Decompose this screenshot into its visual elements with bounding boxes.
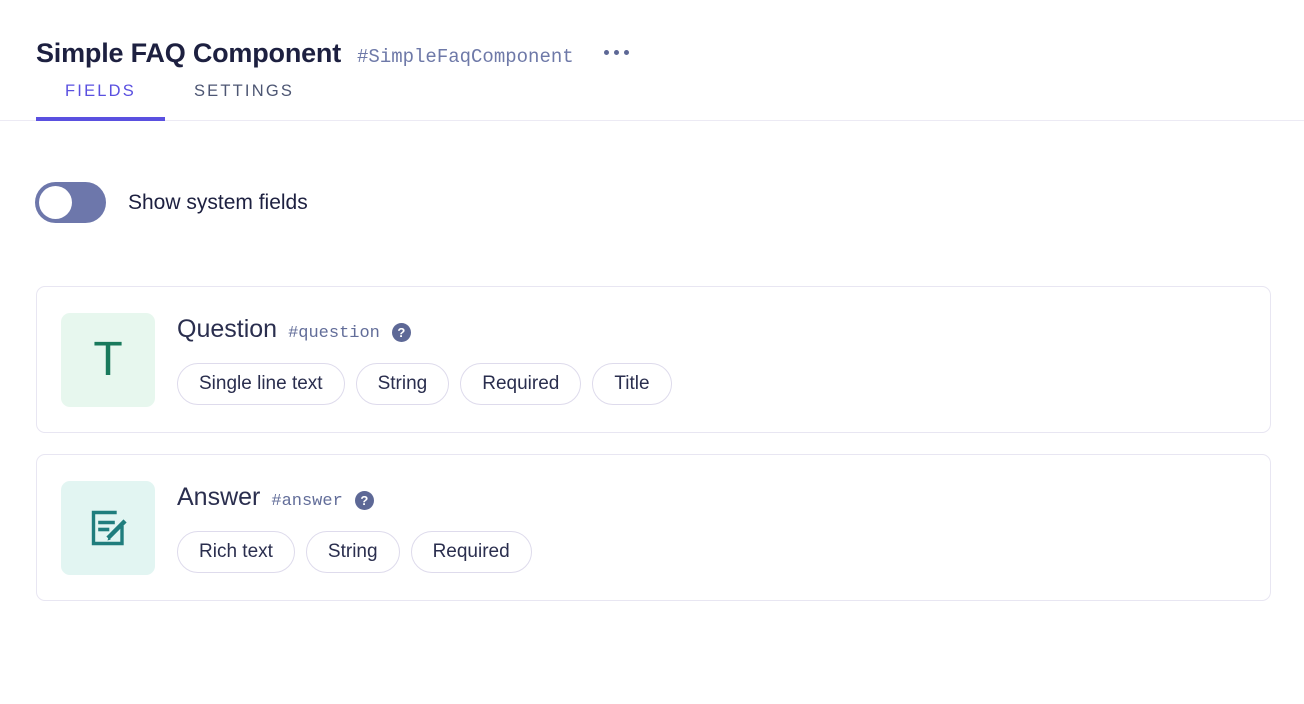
rich-text-edit-icon xyxy=(61,480,155,575)
kebab-dot xyxy=(623,50,629,55)
field-name: Answer xyxy=(177,483,261,511)
show-system-fields-row: Show system fields xyxy=(0,182,1304,223)
tab-settings[interactable]: SETTINGS xyxy=(165,76,323,121)
component-id-label: #SimpleFaqComponent xyxy=(357,46,574,68)
field-name: Question xyxy=(177,315,278,343)
field-tag: Rich text xyxy=(177,531,295,573)
field-tag: Required xyxy=(460,363,582,405)
show-system-fields-toggle[interactable] xyxy=(35,182,106,223)
help-icon[interactable]: ? xyxy=(354,491,374,510)
field-body: Answer #answer ? Rich text String Requir… xyxy=(177,482,532,573)
kebab-menu-icon[interactable] xyxy=(603,50,629,55)
field-tag: String xyxy=(305,531,400,573)
tab-bar: FIELDS SETTINGS xyxy=(0,76,1304,121)
field-tag: String xyxy=(355,363,450,405)
field-id-label: #answer xyxy=(271,492,343,511)
text-t-glyph: T xyxy=(93,332,123,386)
field-id-label: #question xyxy=(288,324,380,343)
toggle-knob xyxy=(39,186,72,219)
field-heading: Answer #answer ? xyxy=(177,482,532,517)
field-card-question[interactable]: T Question #question ? Single line text … xyxy=(36,286,1271,433)
field-tag-row: Single line text String Required Title xyxy=(177,363,672,405)
field-tag: Required xyxy=(410,531,532,573)
text-t-icon: T xyxy=(61,312,155,407)
help-icon[interactable]: ? xyxy=(391,323,411,342)
field-tag: Single line text xyxy=(177,363,345,405)
field-tag-row: Rich text String Required xyxy=(177,531,532,573)
field-body: Question #question ? Single line text St… xyxy=(177,314,672,405)
field-list: T Question #question ? Single line text … xyxy=(0,286,1304,601)
field-card-answer[interactable]: Answer #answer ? Rich text String Requir… xyxy=(36,454,1271,601)
tab-fields[interactable]: FIELDS xyxy=(36,76,165,121)
page-title: Simple FAQ Component xyxy=(36,38,342,68)
field-heading: Question #question ? xyxy=(177,314,672,349)
kebab-dot xyxy=(603,50,609,55)
field-tag: Title xyxy=(592,363,672,405)
page-header: Simple FAQ Component #SimpleFaqComponent xyxy=(0,0,1304,68)
component-editor-page: Simple FAQ Component #SimpleFaqComponent… xyxy=(0,0,1304,704)
kebab-dot xyxy=(613,50,619,55)
show-system-fields-label: Show system fields xyxy=(128,190,308,214)
